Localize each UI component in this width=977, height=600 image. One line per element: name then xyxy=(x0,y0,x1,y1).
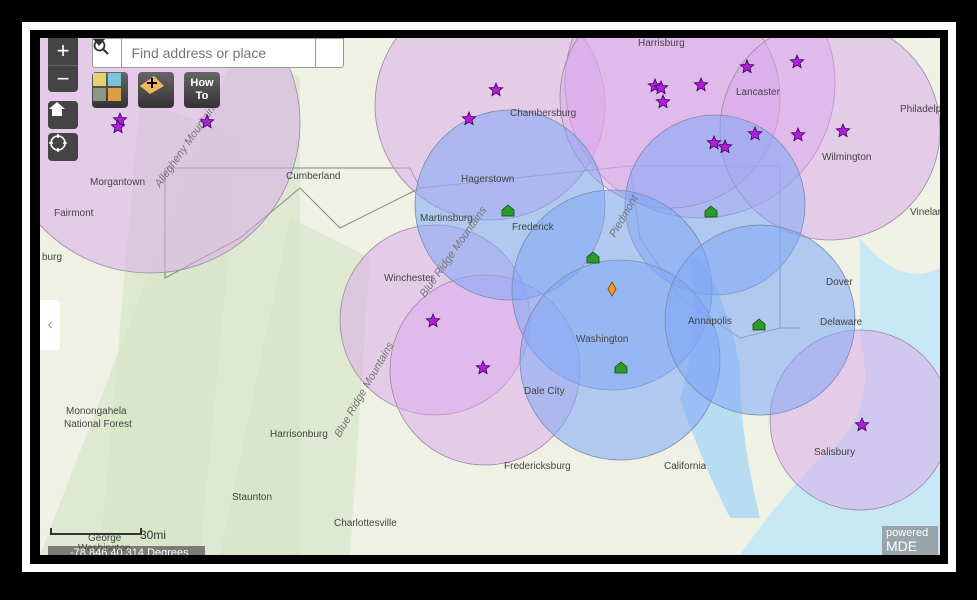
zoom-out-button[interactable]: − xyxy=(48,65,78,93)
how-to-label-1: How xyxy=(190,77,214,89)
place-label: Dale City xyxy=(524,386,565,397)
basemap-gallery-icon xyxy=(93,73,121,101)
search-input[interactable] xyxy=(121,39,315,67)
coordinate-readout: -78.846 40.314 Degrees xyxy=(48,546,205,555)
map-canvas[interactable]: Harrisburg Chambersburg Lancaster Philadelp… xyxy=(40,38,940,555)
place-label: Harrisonburg xyxy=(270,429,328,440)
place-label: Martinsburg xyxy=(420,213,473,224)
home-button[interactable] xyxy=(48,101,78,129)
place-label: Lancaster xyxy=(736,87,781,98)
basemap-gallery-button[interactable] xyxy=(92,72,128,108)
how-to-button[interactable]: How To xyxy=(184,72,220,108)
place-label: Fairmont xyxy=(54,208,94,219)
place-label: National Forest xyxy=(64,419,132,430)
place-label: Vinelar xyxy=(910,207,940,218)
attribution-logo: powered MDE xyxy=(882,526,938,555)
scale-bar xyxy=(50,528,142,535)
place-label: Frederick xyxy=(512,222,555,233)
add-data-icon xyxy=(140,76,164,94)
place-label: Washington xyxy=(576,334,628,345)
locate-button[interactable] xyxy=(48,133,78,161)
search-button[interactable] xyxy=(93,39,344,67)
place-label: Cumberland xyxy=(286,171,340,182)
map-view[interactable]: Harrisburg Chambersburg Lancaster Philadelp… xyxy=(40,38,940,555)
place-label: Salisbury xyxy=(814,447,855,458)
add-data-button[interactable] xyxy=(138,72,174,108)
attribution-line2: MDE xyxy=(886,538,918,554)
how-to-label-2: To xyxy=(195,90,209,102)
place-label: Harrisburg xyxy=(638,38,685,49)
zoom-in-button[interactable]: + xyxy=(48,38,78,65)
place-label: Chambersburg xyxy=(510,108,576,119)
locate-icon xyxy=(49,134,67,152)
place-label: Dover xyxy=(826,277,853,288)
place-label: Annapolis xyxy=(688,316,732,327)
place-label: Fredericksburg xyxy=(504,461,571,472)
chevron-left-icon: ‹ xyxy=(47,316,53,333)
side-panel-toggle[interactable]: ‹ xyxy=(40,300,60,350)
place-label: Delaware xyxy=(820,317,863,328)
place-label: burg xyxy=(42,252,62,263)
place-label: California xyxy=(664,461,707,472)
place-label: Hagerstown xyxy=(461,174,514,185)
place-label: Philadelph xyxy=(900,104,940,115)
place-label: Morgantown xyxy=(90,177,145,188)
zoom-control: + − xyxy=(48,38,78,92)
place-label: Wilmington xyxy=(822,152,871,163)
search-widget xyxy=(92,38,344,68)
scale-label: 30mi xyxy=(140,528,167,542)
place-label: Staunton xyxy=(232,492,272,503)
home-icon xyxy=(49,102,65,116)
place-label: Charlottesville xyxy=(334,518,397,529)
search-icon xyxy=(93,39,109,55)
place-label: Monongahela xyxy=(66,406,127,417)
